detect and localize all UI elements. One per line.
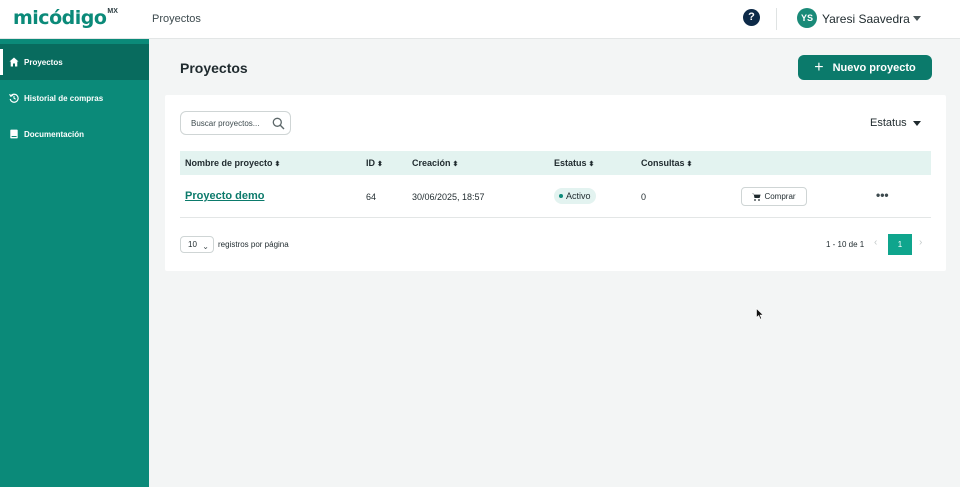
help-icon[interactable]: ? [743, 9, 760, 26]
chevron-left-icon[interactable]: ‹ [874, 237, 877, 248]
status-filter-dropdown[interactable]: Estatus [870, 117, 921, 129]
status-filter-label: Estatus [870, 117, 907, 129]
project-id: 64 [366, 192, 377, 202]
caret-down-icon [912, 120, 921, 126]
sidebar-item-proyectos[interactable]: Proyectos [0, 44, 149, 80]
status-dot-icon [559, 193, 563, 198]
history-icon [9, 93, 19, 103]
new-project-button-label: Nuevo proyecto [832, 61, 916, 74]
breadcrumb[interactable]: Proyectos [152, 13, 201, 25]
per-page-select[interactable]: 10 ⌄ [180, 236, 214, 253]
user-name[interactable]: Yaresi Saavedra [822, 12, 910, 26]
sort-icon: ⬍ [588, 161, 595, 168]
chevron-right-icon[interactable]: › [919, 237, 922, 248]
column-header-creacion[interactable]: Creación ⬍ [412, 158, 458, 168]
plus-icon: + [814, 58, 824, 76]
project-created: 30/06/2025, 18:57 [412, 192, 485, 202]
logo-superscript: MX [107, 8, 118, 15]
sidebar-item-label: Proyectos [24, 57, 63, 67]
avatar[interactable]: YS [797, 8, 817, 28]
page-button-current[interactable]: 1 [888, 234, 912, 255]
chevron-down-icon: ⌄ [202, 242, 209, 251]
search-placeholder: Buscar proyectos... [191, 119, 260, 128]
sidebar: Proyectos Historial de compras Documenta… [0, 39, 149, 487]
projects-card: Buscar proyectos... Estatus Nombre de pr… [165, 95, 946, 271]
new-project-button[interactable]: + Nuevo proyecto [798, 55, 932, 80]
buy-button[interactable]: Comprar [741, 187, 807, 206]
status-badge: Activo [554, 188, 596, 204]
cart-icon [752, 193, 762, 201]
search-icon[interactable] [272, 117, 285, 130]
sort-icon: ⬍ [377, 161, 383, 168]
logo[interactable]: micódigo MX [13, 7, 118, 29]
home-icon [9, 57, 19, 67]
sort-icon: ⬍ [686, 161, 693, 168]
sidebar-item-label: Documentación [24, 129, 85, 139]
buy-button-label: Comprar [764, 192, 796, 201]
column-header-id[interactable]: ID ⬍ [366, 158, 383, 168]
header-divider [776, 8, 777, 30]
pagination-range: 1 - 10 de 1 [826, 240, 865, 249]
more-options-icon[interactable]: ••• [876, 188, 889, 202]
book-icon [10, 129, 18, 139]
user-menu-caret-icon[interactable] [913, 16, 921, 21]
page-title: Proyectos [180, 60, 248, 76]
per-page-value: 10 [188, 240, 197, 249]
table-row: Proyecto demo 64 30/06/2025, 18:57 Activ… [180, 175, 931, 218]
sort-icon: ⬍ [452, 161, 459, 168]
sort-icon: ⬍ [274, 161, 281, 168]
project-queries: 0 [641, 192, 647, 202]
project-name-link[interactable]: Proyecto demo [185, 190, 264, 202]
sidebar-item-label: Historial de compras [24, 93, 104, 103]
column-header-nombre[interactable]: Nombre de proyecto ⬍ [185, 158, 280, 168]
column-header-consultas[interactable]: Consultas ⬍ [641, 158, 692, 168]
table-header: Nombre de proyecto ⬍ ID ⬍ Creación ⬍ Estatu… [180, 151, 931, 175]
mouse-cursor-icon [756, 308, 764, 320]
sidebar-item-historial[interactable]: Historial de compras [0, 80, 149, 116]
search-input[interactable]: Buscar proyectos... [180, 111, 291, 135]
column-header-estatus[interactable]: Estatus ⬍ [554, 158, 594, 168]
logo-text: micódigo [13, 7, 107, 29]
sidebar-item-documentacion[interactable]: Documentación [0, 116, 149, 152]
per-page-label: registros por página [218, 240, 289, 249]
top-bar: micódigo MX Proyectos ? YS Yaresi Saaved… [0, 0, 960, 39]
